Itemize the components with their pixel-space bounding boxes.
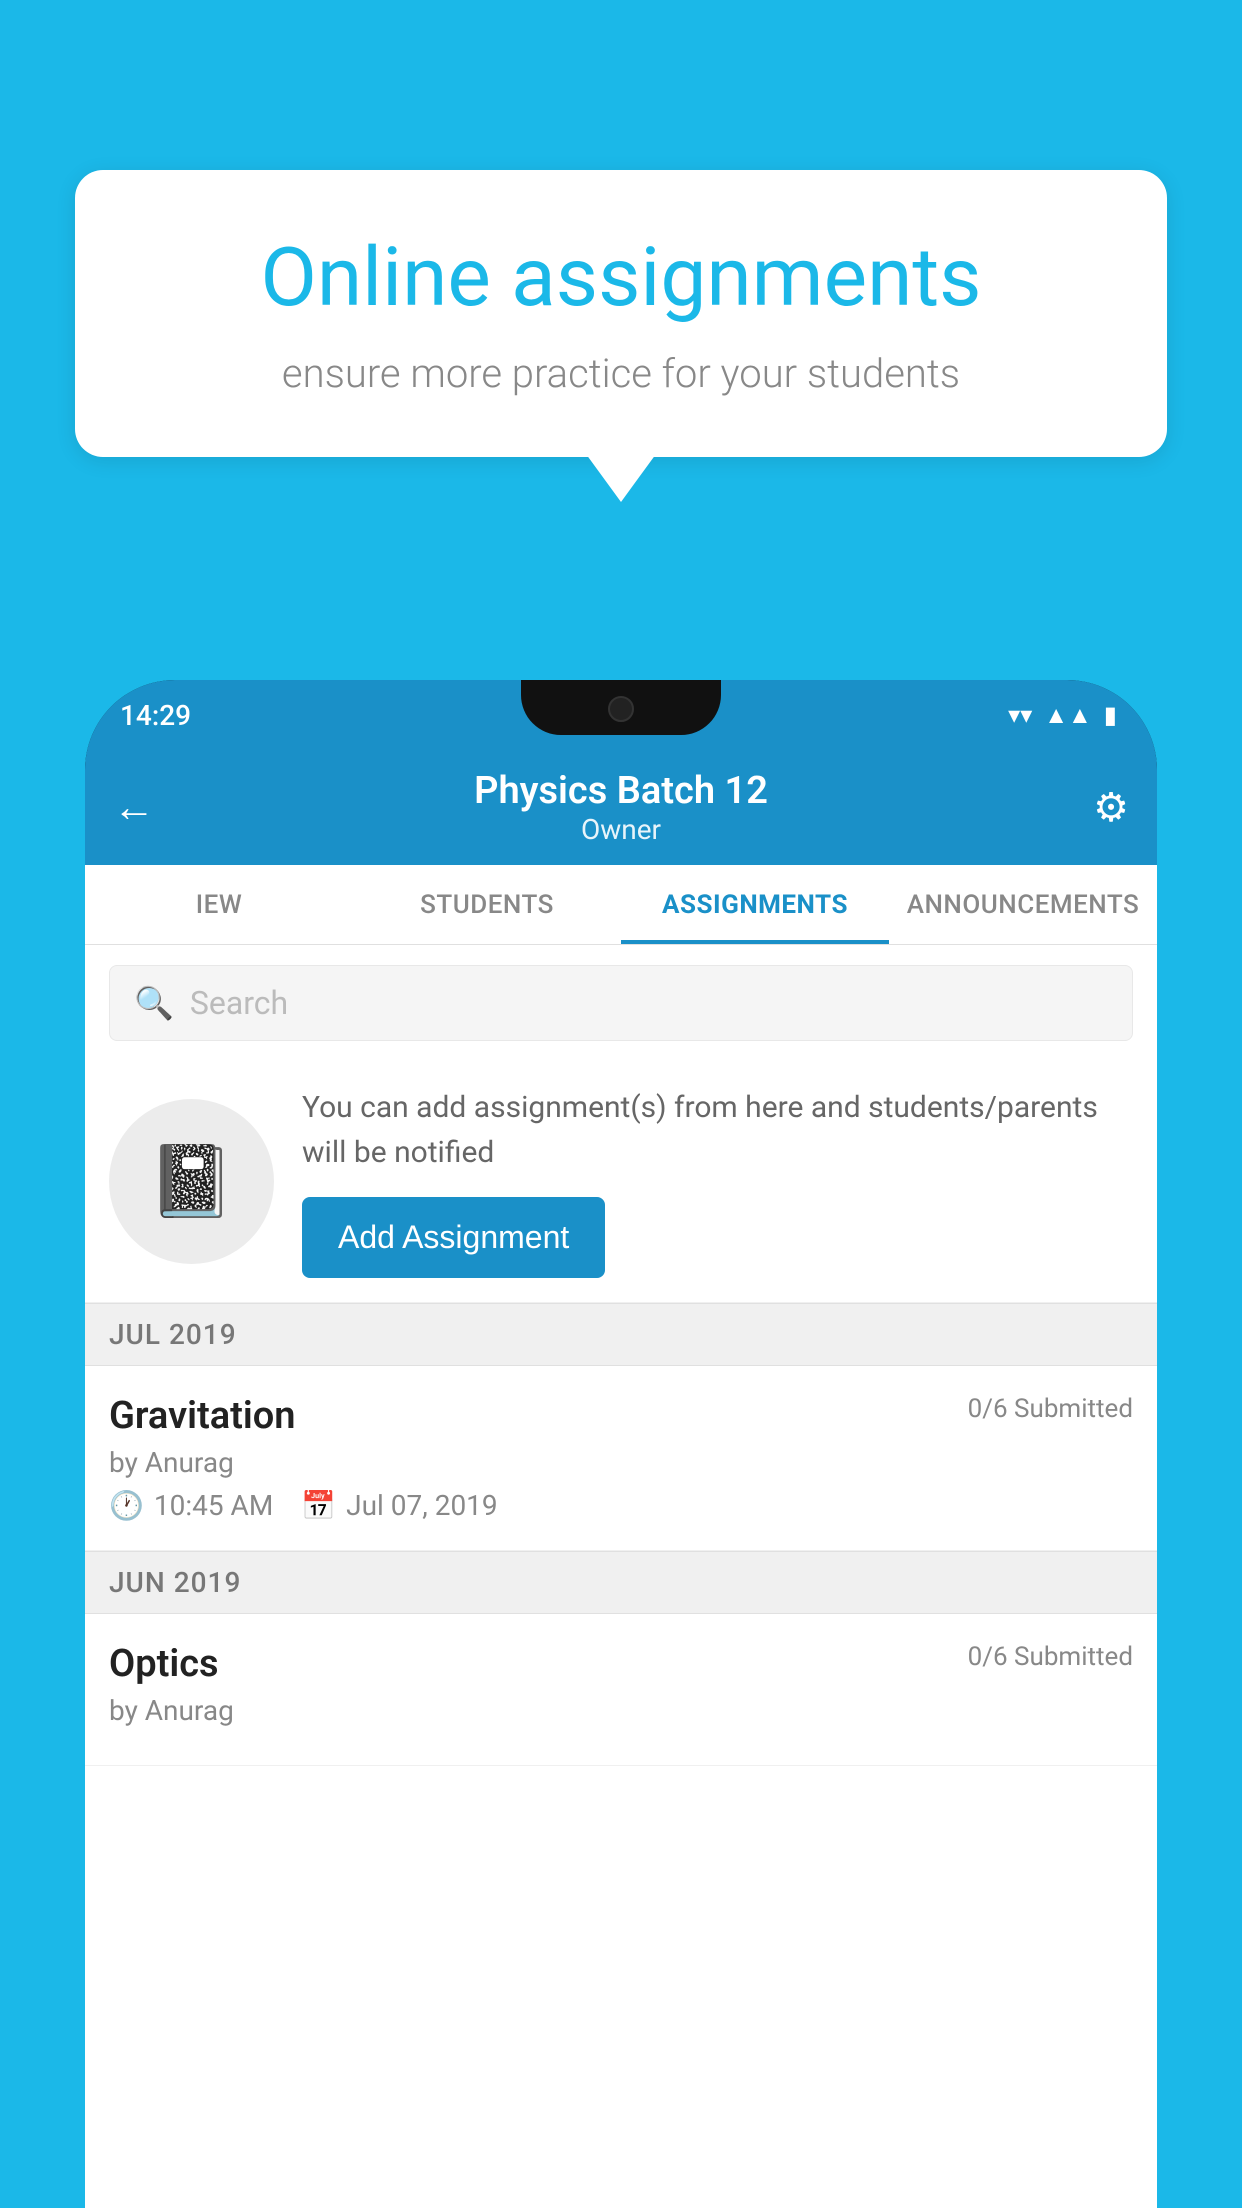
add-assignment-button[interactable]: Add Assignment bbox=[302, 1197, 605, 1278]
speech-bubble-subtitle: ensure more practice for your students bbox=[145, 350, 1097, 397]
assignment-by: by Anurag bbox=[109, 1446, 1133, 1479]
assignment-meta: 🕐 10:45 AM 📅 Jul 07, 2019 bbox=[109, 1489, 1133, 1522]
battery-icon: ▮ bbox=[1104, 701, 1117, 729]
assignment-title: Gravitation bbox=[109, 1394, 296, 1438]
tab-overview[interactable]: IEW bbox=[85, 865, 353, 944]
status-icons: ▾▾ ▲▲ ▮ bbox=[1008, 701, 1117, 730]
speech-bubble-title: Online assignments bbox=[145, 230, 1097, 326]
header-title-block: Physics Batch 12 Owner bbox=[474, 769, 768, 846]
search-bar[interactable]: 🔍 Search bbox=[109, 965, 1133, 1041]
search-placeholder: Search bbox=[190, 984, 288, 1022]
header-title: Physics Batch 12 bbox=[474, 769, 768, 813]
settings-button[interactable]: ⚙ bbox=[1093, 784, 1129, 831]
assignment-submitted: 0/6 Submitted bbox=[968, 1394, 1133, 1424]
status-time: 14:29 bbox=[120, 699, 191, 732]
assignment-item-gravitation[interactable]: Gravitation 0/6 Submitted by Anurag 🕐 10… bbox=[85, 1366, 1157, 1551]
tab-students[interactable]: STUDENTS bbox=[353, 865, 621, 944]
clock-icon: 🕐 bbox=[109, 1489, 144, 1522]
wifi-icon: ▾▾ bbox=[1008, 701, 1032, 729]
assignment-item-optics[interactable]: Optics 0/6 Submitted by Anurag bbox=[85, 1614, 1157, 1766]
back-button[interactable]: ← bbox=[113, 783, 155, 832]
notebook-icon: 📓 bbox=[148, 1141, 235, 1223]
assignment-time: 🕐 10:45 AM bbox=[109, 1489, 273, 1522]
section-header-jun: JUN 2019 bbox=[85, 1551, 1157, 1614]
speech-bubble-card: Online assignments ensure more practice … bbox=[75, 170, 1167, 457]
search-container: 🔍 Search bbox=[85, 945, 1157, 1061]
info-text: You can add assignment(s) from here and … bbox=[302, 1085, 1133, 1175]
assignment-item-header: Gravitation 0/6 Submitted bbox=[109, 1394, 1133, 1438]
search-icon: 🔍 bbox=[134, 984, 174, 1022]
tab-announcements[interactable]: ANNOUNCEMENTS bbox=[889, 865, 1157, 944]
info-content: You can add assignment(s) from here and … bbox=[302, 1085, 1133, 1278]
tab-assignments[interactable]: ASSIGNMENTS bbox=[621, 865, 889, 944]
assignment-title-optics: Optics bbox=[109, 1642, 219, 1686]
signal-icon: ▲▲ bbox=[1044, 701, 1092, 730]
camera-lens bbox=[608, 696, 634, 722]
phone-notch bbox=[521, 680, 721, 735]
assignment-item-header-optics: Optics 0/6 Submitted bbox=[109, 1642, 1133, 1686]
info-icon-circle: 📓 bbox=[109, 1099, 274, 1264]
app-header: ← Physics Batch 12 Owner ⚙ bbox=[85, 750, 1157, 865]
calendar-icon: 📅 bbox=[301, 1489, 336, 1522]
content-area: 🔍 Search 📓 You can add assignment(s) fro… bbox=[85, 945, 1157, 2208]
phone-frame: 14:29 ▾▾ ▲▲ ▮ ← Physics Batch 12 Owner ⚙… bbox=[85, 680, 1157, 2208]
assignment-submitted-optics: 0/6 Submitted bbox=[968, 1642, 1133, 1672]
section-header-jul: JUL 2019 bbox=[85, 1303, 1157, 1366]
assignment-by-optics: by Anurag bbox=[109, 1694, 1133, 1727]
info-card: 📓 You can add assignment(s) from here an… bbox=[85, 1061, 1157, 1303]
header-subtitle: Owner bbox=[581, 813, 661, 846]
tabs-bar: IEW STUDENTS ASSIGNMENTS ANNOUNCEMENTS bbox=[85, 865, 1157, 945]
assignment-date: 📅 Jul 07, 2019 bbox=[301, 1489, 497, 1522]
